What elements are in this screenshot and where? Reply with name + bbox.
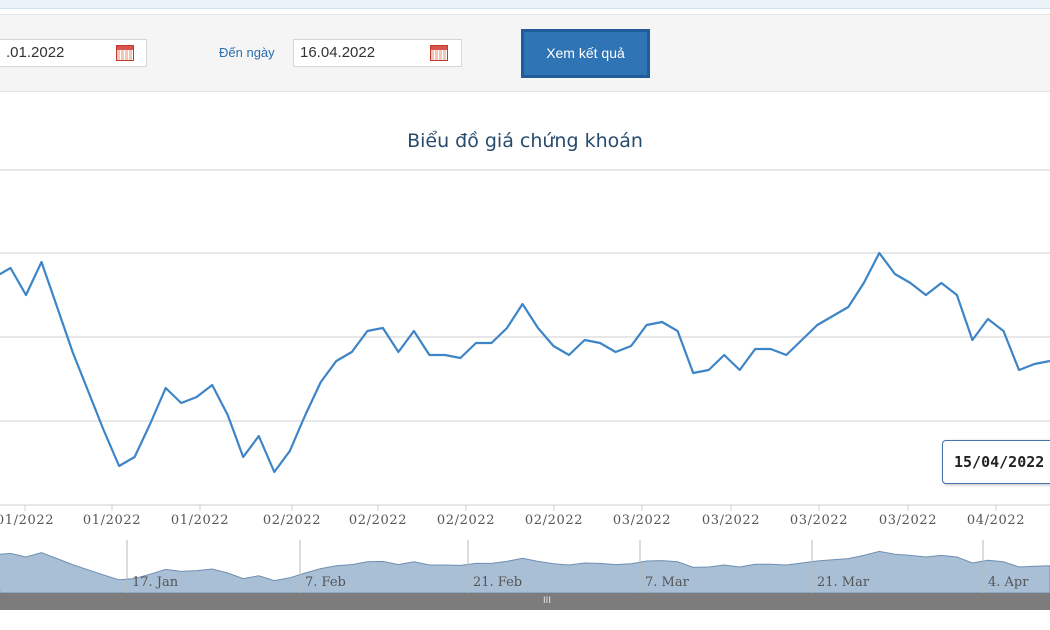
tooltip-date: 15/04/2022 xyxy=(942,440,1050,484)
x-tick-label: 02/2022 xyxy=(437,513,495,528)
navigator-label: 17. Jan xyxy=(132,575,179,590)
navigator-label: 21. Mar xyxy=(817,575,870,590)
x-tick-label: 04/2022 xyxy=(967,513,1025,528)
x-tick-label: 02/2022 xyxy=(349,513,407,528)
x-axis-ticks: 01/2022 01/2022 01/2022 02/2022 02/2022 02/20… xyxy=(0,505,1025,528)
x-tick-label: 02/2022 xyxy=(263,513,321,528)
scrollbar[interactable]: III xyxy=(0,593,1050,610)
navigator-label: 4. Apr xyxy=(988,575,1029,590)
price-chart: 01/2022 01/2022 01/2022 02/2022 02/2022 02/20… xyxy=(0,169,1050,594)
navigator-label: 7. Feb xyxy=(305,575,346,590)
x-tick-label: 03/2022 xyxy=(702,513,760,528)
x-tick-label: 03/2022 xyxy=(879,513,937,528)
navigator-label: 21. Feb xyxy=(473,575,522,590)
x-tick-label: 01/2022 xyxy=(171,513,229,528)
navigator-label: 7. Mar xyxy=(645,575,690,590)
navigator: 17. Jan 7. Feb 21. Feb 7. Mar 21. Mar 4. Apr xyxy=(0,540,1050,594)
scrollbar-grip[interactable]: III xyxy=(540,593,554,610)
x-tick-label: 03/2022 xyxy=(613,513,671,528)
x-tick-label: 01/2022 xyxy=(83,513,141,528)
price-series-line xyxy=(0,251,1050,474)
x-tick-label: 02/2022 xyxy=(525,513,583,528)
x-tick-label: 03/2022 xyxy=(790,513,848,528)
grid-lines xyxy=(0,169,1050,506)
x-tick-label: 01/2022 xyxy=(0,513,54,528)
